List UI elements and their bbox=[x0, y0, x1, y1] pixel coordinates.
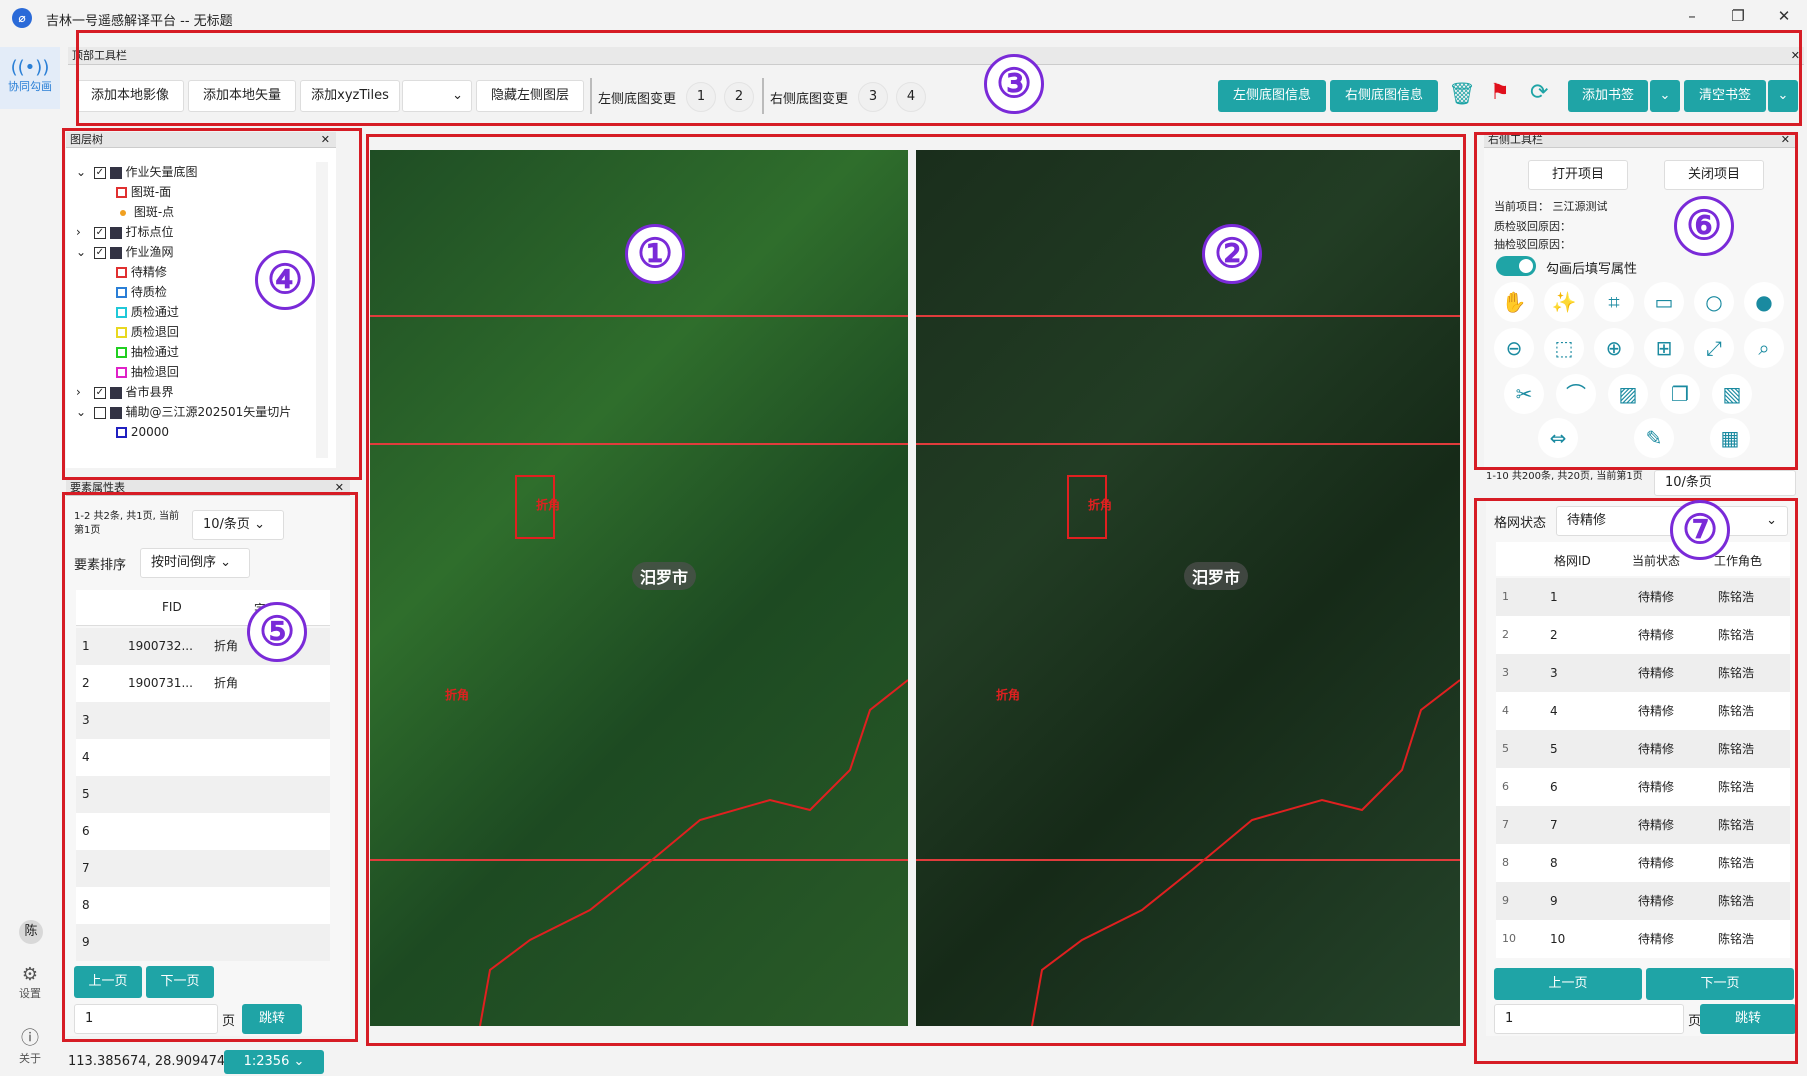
title-bar bbox=[0, 0, 1807, 34]
annotation-box-maps bbox=[366, 134, 1466, 1046]
nav-settings-label: 设置 bbox=[19, 987, 41, 1000]
maximize-button[interactable]: ❐ bbox=[1718, 4, 1758, 28]
annotation-box-4 bbox=[62, 128, 362, 480]
nav-about-label: 关于 bbox=[19, 1052, 41, 1065]
annotation-box-6 bbox=[1474, 132, 1798, 470]
annotation-1: ① bbox=[625, 224, 685, 284]
annotation-box-7 bbox=[1474, 498, 1798, 1064]
app-logo-icon: ⌀ bbox=[12, 8, 32, 28]
nav-settings[interactable]: ⚙ 设置 bbox=[0, 964, 60, 1001]
annotation-4: ④ bbox=[255, 250, 315, 310]
app-title: 吉林一号遥感解译平台 -- 无标题 bbox=[46, 14, 233, 29]
annotation-6: ⑥ bbox=[1674, 196, 1734, 256]
annotation-box-5 bbox=[62, 492, 358, 1042]
close-button[interactable]: ✕ bbox=[1764, 4, 1804, 28]
nav-collab-label: 协同勾画 bbox=[8, 80, 52, 93]
grid-per-page-value: 10/条页 bbox=[1665, 475, 1712, 490]
minimize-button[interactable]: – bbox=[1672, 4, 1712, 28]
nav-about[interactable]: ⓘ 关于 bbox=[0, 1024, 60, 1066]
annotation-3: ③ bbox=[984, 54, 1044, 114]
coords-readout: 113.385674, 28.909474 bbox=[68, 1054, 226, 1069]
annotation-5: ⑤ bbox=[247, 602, 307, 662]
scale-select[interactable]: 1:2356 ⌄ bbox=[224, 1050, 324, 1074]
scale-value: 1:2356 bbox=[243, 1054, 290, 1069]
gear-icon: ⚙ bbox=[21, 964, 39, 985]
annotation-7: ⑦ bbox=[1670, 500, 1730, 560]
annotation-box-3 bbox=[76, 30, 1802, 126]
avatar[interactable]: 陈 bbox=[19, 920, 43, 944]
info-icon: ⓘ bbox=[21, 1028, 39, 1049]
nav-collab[interactable]: ((•)) 协同勾画 bbox=[0, 47, 60, 109]
annotation-2: ② bbox=[1202, 224, 1262, 284]
wifi-icon: ((•)) bbox=[10, 57, 50, 78]
grid-per-page-select[interactable]: 10/条页 bbox=[1654, 470, 1796, 496]
